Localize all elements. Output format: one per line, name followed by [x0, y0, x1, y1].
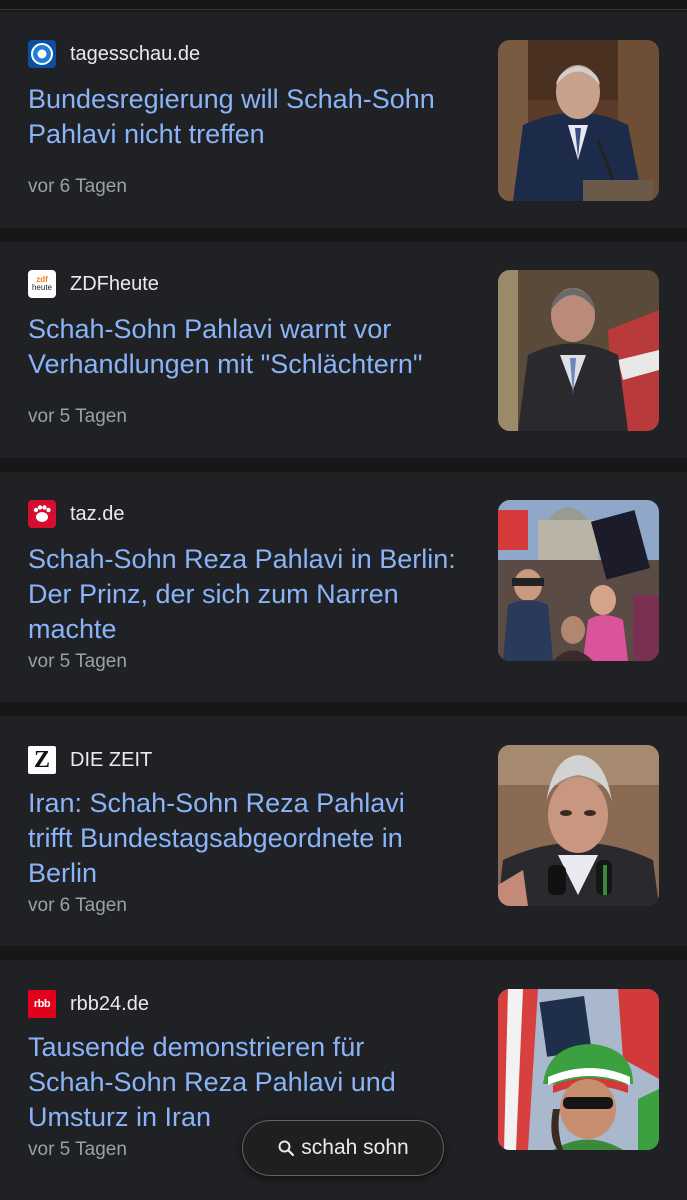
- source-name: tagesschau.de: [70, 43, 201, 65]
- headline-line: machte: [28, 614, 117, 644]
- headline-line: Berlin: [28, 858, 98, 888]
- timestamp: vor 5 Tagen: [28, 651, 127, 672]
- logo-text: rbb: [33, 998, 51, 1010]
- headline[interactable]: Schah-Sohn Pahlavi warnt vor Verhandlung…: [28, 312, 478, 382]
- man-with-microphones-image[interactable]: [498, 745, 659, 906]
- rbb-logo-icon: rbb: [28, 990, 56, 1018]
- headline-line: Iran: Schah-Sohn Reza Pahlavi: [28, 788, 405, 818]
- tagesschau-logo-icon: [28, 40, 56, 68]
- source-row: tagesschau.de: [28, 40, 200, 68]
- top-divider: [0, 0, 687, 10]
- source-name: DIE ZEIT: [70, 749, 153, 771]
- source-name: ZDFheute: [70, 273, 159, 295]
- logo-text: heute: [31, 283, 53, 292]
- news-card[interactable]: Z DIE ZEIT Iran: Schah-Sohn Reza Pahlavi…: [0, 716, 687, 946]
- headline-line: Verhandlungen mit "Schlächtern": [28, 349, 423, 379]
- headline-line: Pahlavi nicht treffen: [28, 119, 265, 149]
- search-chip-button[interactable]: schah sohn: [242, 1120, 444, 1176]
- source-name: rbb24.de: [70, 993, 149, 1015]
- source-row: Z DIE ZEIT: [28, 746, 152, 774]
- headline[interactable]: Bundesregierung will Schah-Sohn Pahlavi …: [28, 82, 478, 152]
- source-row: rbb rbb24.de: [28, 990, 149, 1018]
- headline-line: trifft Bundestagsabgeordnete in: [28, 823, 403, 853]
- headline[interactable]: Schah-Sohn Reza Pahlavi in Berlin: Der P…: [28, 542, 488, 647]
- search-icon: [277, 1139, 295, 1157]
- timestamp: vor 5 Tagen: [28, 1139, 127, 1160]
- taz-paw-logo-icon: [28, 500, 56, 528]
- crowd-reichstag-image[interactable]: [498, 500, 659, 661]
- source-name: taz.de: [70, 503, 125, 525]
- headline-line: Schah-Sohn Reza Pahlavi in Berlin:: [28, 544, 456, 574]
- source-row: taz.de: [28, 500, 124, 528]
- source-row: zdf heute ZDFheute: [28, 270, 159, 298]
- zdfheute-logo-icon: zdf heute: [28, 270, 56, 298]
- headline-line: Der Prinz, der sich zum Narren: [28, 579, 399, 609]
- man-with-flag-image[interactable]: [498, 270, 659, 431]
- news-card[interactable]: taz.de Schah-Sohn Reza Pahlavi in Berlin…: [0, 472, 687, 702]
- headline-line: Schah-Sohn Reza Pahlavi und: [28, 1067, 396, 1097]
- man-at-podium-image[interactable]: [498, 40, 659, 201]
- news-card[interactable]: zdf heute ZDFheute Schah-Sohn Pahlavi wa…: [0, 242, 687, 458]
- news-card[interactable]: tagesschau.de Bundesregierung will Schah…: [0, 12, 687, 228]
- demonstrator-flag-hat-image[interactable]: [498, 989, 659, 1150]
- timestamp: vor 6 Tagen: [28, 895, 127, 916]
- timestamp: vor 5 Tagen: [28, 406, 127, 427]
- headline[interactable]: Iran: Schah-Sohn Reza Pahlavi trifft Bun…: [28, 786, 488, 891]
- logo-text: Z: [33, 746, 50, 773]
- headline-line: Schah-Sohn Pahlavi warnt vor: [28, 314, 392, 344]
- timestamp: vor 6 Tagen: [28, 176, 127, 197]
- headline-line: Bundesregierung will Schah-Sohn: [28, 84, 435, 114]
- search-chip-label: schah sohn: [301, 1136, 409, 1159]
- zeit-z-logo-icon: Z: [28, 746, 56, 774]
- headline-line: Tausende demonstrieren für: [28, 1032, 365, 1062]
